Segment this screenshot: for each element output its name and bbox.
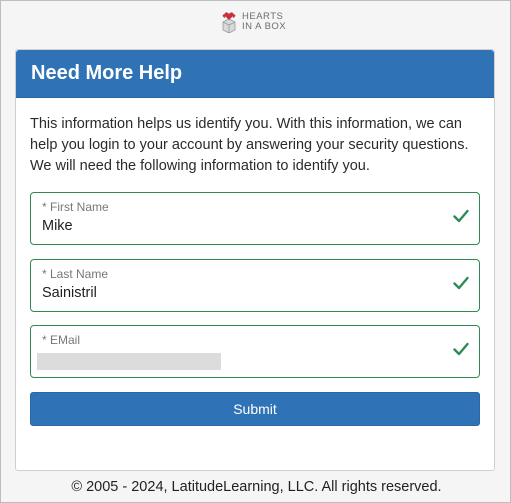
copyright-footer: © 2005 - 2024, LatitudeLearning, LLC. Al… — [71, 479, 442, 495]
last-name-field[interactable]: * Last Name Sainistril — [30, 259, 480, 312]
check-icon — [453, 209, 469, 223]
heart-box-icon — [222, 12, 236, 33]
help-card: Need More Help This information helps us… — [15, 49, 495, 471]
page-title: Need More Help — [31, 62, 183, 84]
email-field[interactable]: * EMail — [30, 325, 480, 378]
logo-wordmark: HEARTS IN A BOX — [242, 12, 286, 32]
card-header: Need More Help — [16, 50, 494, 98]
first-name-field[interactable]: * First Name Mike — [30, 192, 480, 245]
intro-text: This information helps us identify you. … — [30, 116, 469, 174]
last-name-value[interactable]: Sainistril — [42, 285, 97, 301]
hearts-in-a-box-logo: HEARTS IN A BOX — [219, 9, 299, 35]
email-label: * EMail — [42, 333, 81, 347]
check-icon — [453, 276, 469, 290]
page-frame: HEARTS IN A BOX Need More Help This info… — [0, 0, 511, 503]
logo-line-2: IN A BOX — [242, 21, 287, 32]
check-icon — [453, 342, 469, 356]
first-name-value[interactable]: Mike — [42, 218, 73, 234]
submit-button[interactable]: Submit — [30, 392, 480, 426]
first-name-label: * First Name — [42, 200, 109, 214]
email-value-redacted[interactable] — [37, 353, 221, 370]
last-name-label: * Last Name — [42, 267, 109, 281]
